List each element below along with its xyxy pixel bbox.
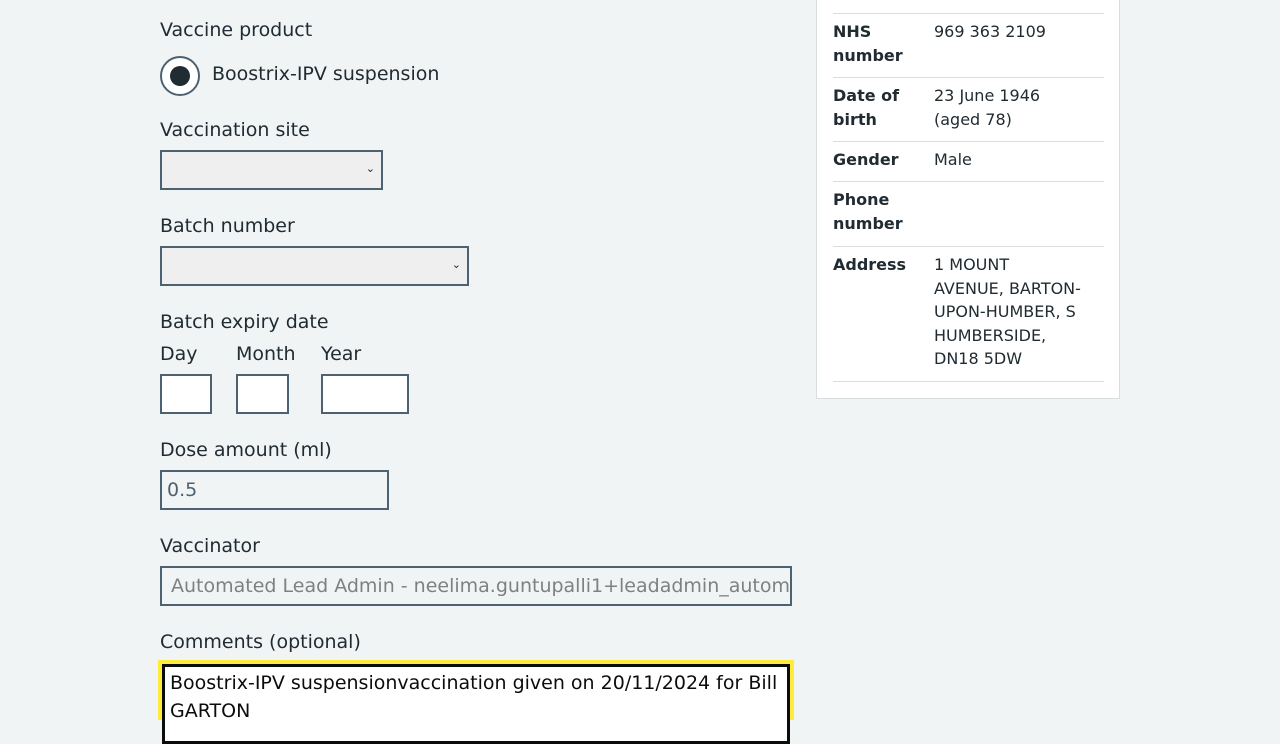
nhs-number-key: NHS number <box>833 22 903 65</box>
divider <box>833 141 1104 142</box>
chevron-down-icon: ⌄ <box>451 258 461 271</box>
nhs-number-value: 969 363 2109 <box>934 22 1046 41</box>
vaccinator-value: Automated Lead Admin - neelima.guntupall… <box>171 575 792 597</box>
gender-key: Gender <box>833 150 899 169</box>
divider <box>833 77 1104 78</box>
address-key: Address <box>833 255 907 274</box>
divider <box>833 13 1104 14</box>
patient-details-panel: NHS number 969 363 2109 Date of birth 23… <box>816 0 1120 399</box>
vaccinator-label: Vaccinator <box>160 535 260 557</box>
gender-value: Male <box>934 150 972 169</box>
expiry-day-label: Day <box>160 343 198 365</box>
dose-amount-input[interactable]: 0.5 <box>160 470 389 510</box>
vaccination-site-select[interactable]: ⌄ <box>160 150 383 190</box>
phone-number-key: Phone number <box>833 190 903 233</box>
expiry-year-label: Year <box>321 343 362 365</box>
comments-textarea[interactable]: Boostrix-IPV suspensionvaccination given… <box>162 664 790 744</box>
chevron-down-icon: ⌄ <box>365 162 375 175</box>
address-value: 1 MOUNT AVENUE, BARTON-UPON-HUMBER, S HU… <box>934 255 1081 368</box>
comments-focus-ring: Boostrix-IPV suspensionvaccination given… <box>158 660 794 744</box>
vaccination-site-label: Vaccination site <box>160 119 310 141</box>
date-of-birth-key: Date of birth <box>833 86 900 129</box>
expiry-year-input[interactable] <box>321 374 409 414</box>
batch-expiry-label: Batch expiry date <box>160 311 329 333</box>
vaccine-product-option-label[interactable]: Boostrix-IPV suspension <box>212 62 439 86</box>
expiry-day-input[interactable] <box>160 374 212 414</box>
vaccinator-select[interactable]: Automated Lead Admin - neelima.guntupall… <box>160 566 792 606</box>
vaccine-product-label: Vaccine product <box>160 19 313 41</box>
divider <box>833 381 1104 382</box>
expiry-month-label: Month <box>236 343 296 365</box>
vaccine-product-radio[interactable] <box>160 54 200 96</box>
divider <box>833 181 1104 182</box>
dose-amount-label: Dose amount (ml) <box>160 439 332 461</box>
batch-number-label: Batch number <box>160 215 295 237</box>
date-of-birth-value: 23 June 1946 (aged 78) <box>934 86 1041 129</box>
divider <box>833 246 1104 247</box>
batch-number-select[interactable]: ⌄ <box>160 246 469 286</box>
radio-selected-dot <box>170 66 190 86</box>
comments-label: Comments (optional) <box>160 631 361 653</box>
expiry-month-input[interactable] <box>236 374 289 414</box>
